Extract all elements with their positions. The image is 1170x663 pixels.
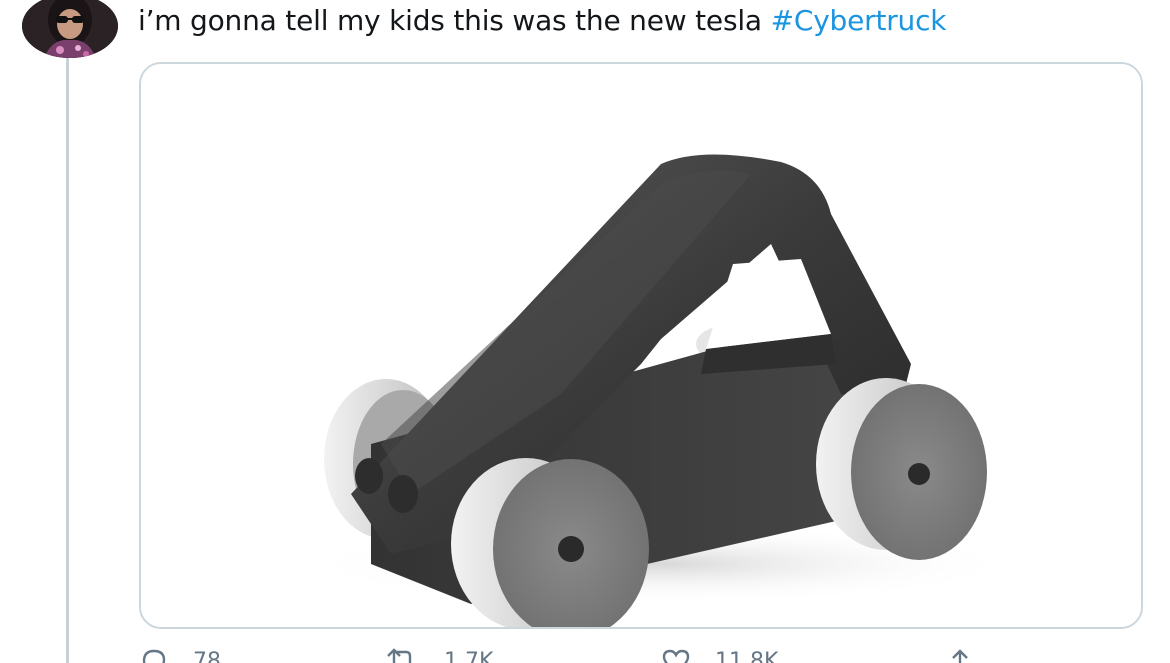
reply-count: 78 [193, 648, 221, 663]
avatar[interactable] [22, 0, 118, 58]
retweet-button[interactable]: 1.7K [384, 648, 493, 663]
tweet-actions: 78 1.7K 11.8K [139, 648, 1143, 663]
toy-car-image [141, 64, 1141, 627]
retweet-icon [387, 648, 412, 663]
avatar-image [22, 0, 118, 58]
tweet: i’m gonna tell my kids this was the new … [0, 0, 1170, 663]
share-button[interactable] [945, 648, 975, 663]
reply-icon [142, 649, 166, 663]
thread-line [66, 58, 69, 663]
hashtag-link[interactable]: #Cybertruck [771, 4, 947, 37]
like-icon [662, 649, 690, 663]
tweet-text: i’m gonna tell my kids this was the new … [138, 4, 947, 37]
reply-button[interactable]: 78 [139, 648, 221, 663]
media-image[interactable] [139, 62, 1143, 629]
like-button[interactable]: 11.8K [661, 648, 778, 663]
share-icon [952, 649, 968, 663]
retweet-count: 1.7K [444, 648, 494, 663]
tweet-text-body: i’m gonna tell my kids this was the new … [138, 4, 771, 37]
like-count: 11.8K [715, 648, 779, 663]
